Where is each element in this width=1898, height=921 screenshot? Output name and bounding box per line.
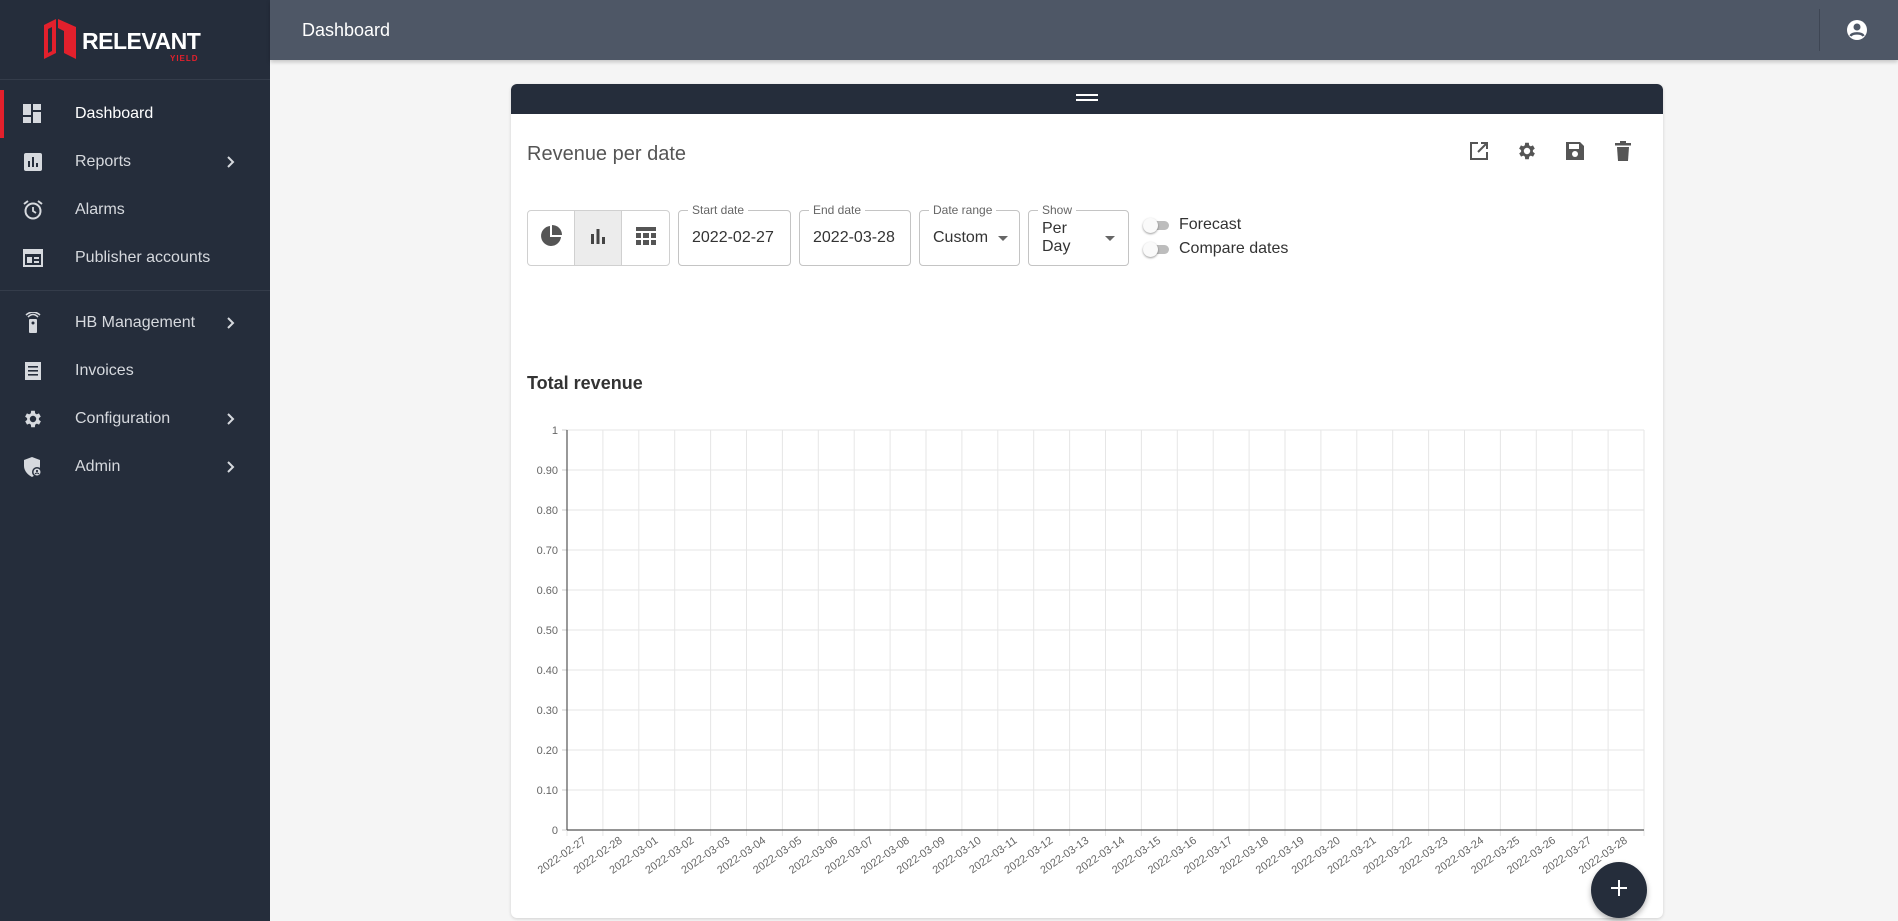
show-value: Per Day [1042, 220, 1071, 255]
page-title: Dashboard [302, 19, 391, 40]
y-tick-label: 1 [552, 425, 558, 437]
svg-text:RELEVANT: RELEVANT [82, 28, 201, 54]
compare-dates-switch[interactable] [1143, 242, 1171, 257]
receipt-icon [22, 360, 44, 382]
show-select[interactable]: Show Per Day [1028, 203, 1129, 266]
forecast-toggle-row: Forecast [1143, 213, 1288, 237]
pie-chart-icon [540, 224, 562, 252]
sidebar-item-admin[interactable]: Admin [0, 443, 270, 491]
table-icon [635, 226, 656, 250]
start-date-value: 2022-02-27 [692, 229, 774, 246]
sidebar-item-label: Reports [75, 153, 132, 170]
caret-down-icon [998, 235, 1009, 241]
trash-icon [1615, 140, 1631, 166]
drag-handle[interactable] [511, 84, 1663, 114]
widget-settings-button[interactable] [1503, 129, 1551, 177]
sidebar-item-label: Dashboard [75, 105, 154, 122]
save-widget-button[interactable] [1551, 129, 1599, 177]
y-tick-label: 0.40 [537, 665, 558, 677]
account-circle-icon[interactable] [1844, 17, 1870, 43]
compare-dates-label: Compare dates [1179, 240, 1289, 257]
sidebar-item-label: Admin [75, 458, 121, 475]
sidebar-item-dashboard[interactable]: Dashboard [0, 90, 270, 138]
total-revenue-chart: 0 0.10 0.20 0.30 0.40 0.50 0.60 0.70 0.80 0.90 1 2… [536, 425, 1645, 877]
alarm-clock-icon [22, 199, 44, 221]
sidebar-item-hb-management[interactable]: HB Management [0, 299, 270, 347]
y-tick-label: 0.50 [537, 625, 558, 637]
sidebar-item-reports[interactable]: Reports [0, 138, 270, 186]
widget-title: Revenue per date [527, 142, 687, 165]
table-view-toggle[interactable] [622, 211, 669, 265]
sidebar-divider [0, 290, 270, 291]
sidebar-item-publisher-accounts[interactable]: Publisher accounts [0, 234, 270, 282]
open-in-new-icon [1469, 141, 1489, 166]
y-tick-label: 0.90 [537, 465, 558, 477]
sidebar-item-label: Invoices [75, 362, 134, 379]
top-app-bar: Dashboard [270, 0, 1898, 60]
drag-handle-icon [1076, 90, 1098, 108]
sidebar-item-alarms[interactable]: Alarms [0, 186, 270, 234]
gear-icon [1516, 140, 1538, 167]
y-tick-label: 0.60 [537, 585, 558, 597]
y-axis-ticks: 0 0.10 0.20 0.30 0.40 0.50 0.60 0.70 0.80 0.90 1 [537, 425, 567, 837]
plus-icon [1610, 879, 1628, 902]
y-tick-label: 0.20 [537, 745, 558, 757]
sidebar-nav: Dashboard Reports Alarms Publisher accou… [0, 80, 270, 491]
gear-icon [22, 408, 44, 430]
caret-down-icon [1105, 235, 1115, 241]
pie-chart-toggle[interactable] [528, 211, 575, 265]
brand-logo[interactable]: RELEVANT YIELD [0, 0, 270, 80]
forecast-label: Forecast [1179, 216, 1242, 233]
start-date-field[interactable]: Start date 2022-02-27 [678, 203, 791, 266]
sidebar-item-label: Alarms [75, 201, 125, 218]
widget-header: Revenue per date [511, 114, 1663, 192]
sidebar-item-label: Publisher accounts [75, 249, 211, 266]
bar-chart-icon [590, 228, 606, 249]
open-external-button[interactable] [1455, 129, 1503, 177]
chart-title: Total revenue [527, 373, 643, 393]
chevron-right-icon [218, 407, 242, 431]
bar-chart-icon [22, 151, 44, 173]
y-tick-label: 0.80 [537, 505, 558, 517]
date-range-value: Custom [933, 229, 989, 246]
x-axis-ticks: 2022-02-272022-02-282022-03-012022-03-02… [536, 835, 1630, 877]
bar-chart-toggle[interactable] [575, 211, 622, 265]
chevron-right-icon [218, 311, 242, 335]
start-date-label: Start date [688, 203, 749, 217]
sidebar-item-configuration[interactable]: Configuration [0, 395, 270, 443]
chart-switches: Forecast Compare dates [1143, 210, 1288, 261]
end-date-value: 2022-03-28 [813, 229, 895, 246]
y-tick-label: 0.30 [537, 705, 558, 717]
date-range-select[interactable]: Date range Custom [919, 203, 1020, 266]
svg-text:YIELD: YIELD [170, 54, 199, 63]
revenue-widget-card: Revenue per date Start date 2022-02-27 E… [511, 84, 1663, 918]
chevron-right-icon [218, 150, 242, 174]
sidebar-item-label: HB Management [75, 314, 196, 331]
forecast-switch[interactable] [1143, 218, 1171, 233]
y-tick-label: 0.10 [537, 785, 558, 797]
vertical-gridlines [566, 430, 1645, 836]
chart-type-toggle [527, 210, 670, 266]
date-range-label: Date range [929, 203, 997, 217]
delete-widget-button[interactable] [1599, 129, 1647, 177]
web-page-icon [22, 247, 44, 269]
admin-shield-icon [22, 456, 44, 478]
chevron-right-icon [218, 455, 242, 479]
end-date-label: End date [809, 203, 866, 217]
y-tick-label: 0 [552, 825, 558, 837]
sidebar: RELEVANT YIELD Dashboard Reports Alarms [0, 0, 270, 921]
sidebar-item-label: Configuration [75, 410, 171, 427]
topbar-divider [1819, 9, 1820, 51]
end-date-field[interactable]: End date 2022-03-28 [799, 203, 911, 266]
widget-controls: Start date 2022-02-27 End date 2022-03-2… [527, 203, 1288, 266]
remote-icon [22, 312, 44, 334]
add-widget-button[interactable] [1591, 862, 1647, 918]
y-tick-label: 0.70 [537, 545, 558, 557]
compare-dates-toggle-row: Compare dates [1143, 237, 1288, 261]
sidebar-item-invoices[interactable]: Invoices [0, 347, 270, 395]
save-icon [1565, 141, 1585, 166]
show-label: Show [1038, 203, 1077, 217]
dashboard-icon [22, 103, 44, 125]
